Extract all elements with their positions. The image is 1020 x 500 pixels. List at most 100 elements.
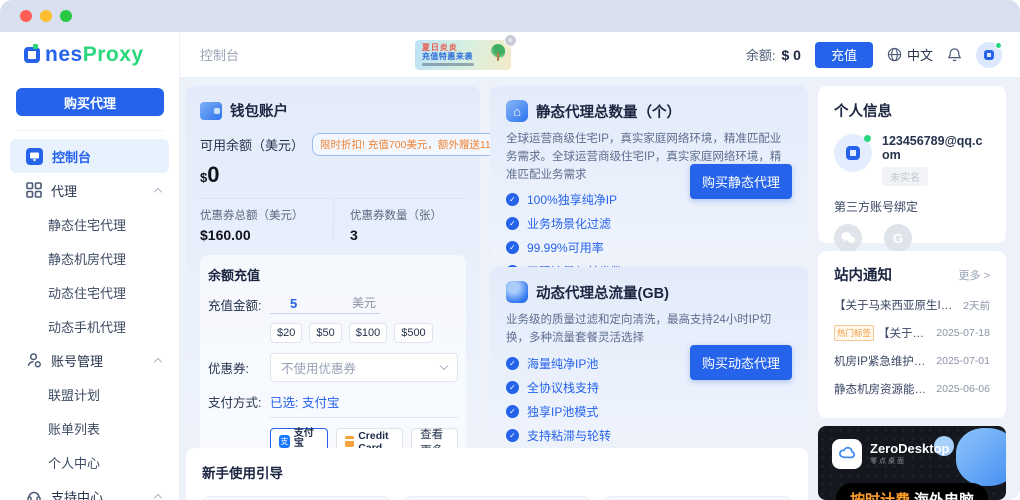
check-icon — [506, 357, 519, 370]
globe-icon — [887, 47, 902, 62]
guide-step-placeholder[interactable] — [603, 496, 792, 500]
feature-item: 99.99%可用率 — [506, 239, 792, 256]
notifications-card: 站内通知 更多 > 【关于马来西亚原生I… 2天前 热门标签 【关于美国纽约 -… — [818, 251, 1006, 418]
profile-avatar — [834, 134, 872, 172]
notification-row[interactable]: 机房IP紧急维护更换… 2025-07-01 — [834, 353, 990, 369]
amount-input-box: 美元 — [270, 294, 380, 314]
sidebar-item-dynamic-residential[interactable]: 动态住宅代理 — [10, 275, 169, 309]
breadcrumb: 控制台 — [200, 45, 239, 64]
sidebar-group-label: 账号管理 — [51, 351, 103, 370]
bell-icon — [947, 47, 962, 62]
sidebar-nav: 控制台 代理 静态住宅代理 静态机房代理 动态住宅代理 动态手机代理 账号管理 … — [0, 131, 179, 500]
quick-amount-500-button[interactable]: $500 — [394, 323, 432, 343]
zoom-window-icon[interactable] — [60, 10, 72, 22]
coupon-count-label: 优惠券数量（张） — [350, 207, 466, 223]
banner-close-icon[interactable] — [504, 34, 517, 47]
ad-slogan-text: 海外电脑 — [914, 492, 974, 500]
sidebar-group-account[interactable]: 账号管理 — [10, 343, 169, 377]
sidebar-item-static-residential[interactable]: 静态住宅代理 — [10, 207, 169, 241]
decorative-blob — [956, 428, 1006, 486]
check-icon — [506, 429, 519, 442]
coupon-select-value: 不使用优惠券 — [281, 358, 356, 377]
buy-static-proxy-button[interactable]: 购买静态代理 — [690, 164, 792, 199]
payment-method-label: 支付方式: — [208, 392, 270, 411]
sidebar-item-billing[interactable]: 账单列表 — [10, 411, 169, 445]
notification-row[interactable]: 热门标签 【关于美国纽约 - 50.… 2025-07-18 — [834, 325, 990, 341]
feature-item: 业务场景化过滤 — [506, 215, 792, 232]
zerodesktop-brand: ZeroDesktop — [870, 442, 949, 456]
sidebar-item-label: 动态手机代理 — [48, 317, 126, 336]
user-icon — [26, 352, 42, 368]
avatar[interactable] — [976, 42, 1002, 68]
notification-row[interactable]: 静态机房资源能力升… 2025-06-06 — [834, 381, 990, 397]
amount-input[interactable] — [290, 296, 320, 311]
promo-banner[interactable]: 夏日炎炎 充值特惠来袭 — [415, 40, 511, 70]
close-window-icon[interactable] — [20, 10, 32, 22]
coupon-total-label: 优惠券总额（美元） — [200, 207, 333, 223]
notifications-more-link[interactable]: 更多 > — [959, 267, 990, 283]
beginner-guide-card: 新手使用引导 — [186, 448, 808, 500]
quick-amount-100-button[interactable]: $100 — [349, 323, 387, 343]
notifications-button[interactable] — [947, 47, 962, 62]
online-status-dot — [995, 42, 1002, 49]
dashboard-icon — [26, 148, 43, 165]
wallet-card: 钱包账户 可用余额（美元） 限时折扣! 充值700美元，额外赠送110美元 !!… — [186, 86, 480, 438]
guide-step-placeholder[interactable] — [202, 496, 391, 500]
buy-proxy-button[interactable]: 购买代理 — [16, 88, 164, 116]
sidebar-item-personal-center[interactable]: 个人中心 — [10, 445, 169, 479]
available-balance-label: 可用余额（美元） — [200, 135, 304, 154]
coupon-select[interactable]: 不使用优惠券 — [270, 353, 458, 382]
static-proxy-title: 静态代理总数量（个） — [536, 101, 681, 122]
recharge-title: 余额充值 — [208, 265, 458, 284]
avatar-logo-icon — [846, 146, 860, 160]
sidebar: nesProxy 购买代理 控制台 代理 静态住宅代理 静态机房代理 动态住宅代… — [0, 32, 180, 500]
alipay-label: 支付宝 — [294, 429, 319, 449]
sidebar-item-dashboard[interactable]: 控制台 — [10, 139, 169, 173]
check-icon — [506, 381, 519, 394]
feature-item: 全协议栈支持 — [506, 379, 792, 396]
ad-slogan-pill: 按时计费海外电脑 — [836, 483, 988, 500]
sidebar-item-affiliate[interactable]: 联盟计划 — [10, 377, 169, 411]
buy-dynamic-proxy-button[interactable]: 购买动态代理 — [690, 345, 792, 380]
quick-amount-50-button[interactable]: $50 — [309, 323, 341, 343]
balance-value: $ 0 — [782, 47, 801, 63]
static-proxy-card: ⌂ 静态代理总数量（个） 全球运营商级住宅IP，真实家庭网络环境，精准匹配业务需… — [490, 86, 808, 257]
check-icon — [506, 405, 519, 418]
dynamic-proxy-title: 动态代理总流量(GB) — [536, 282, 669, 303]
app-window: nesProxy 购买代理 控制台 代理 静态住宅代理 静态机房代理 动态住宅代… — [0, 0, 1020, 500]
chevron-up-icon — [154, 187, 162, 195]
zerodesktop-ad-card[interactable]: ZeroDesktop 零点桌面 按时计费海外电脑 — [818, 426, 1006, 500]
wallet-title: 钱包账户 — [230, 100, 288, 121]
beginner-guide-title: 新手使用引导 — [202, 462, 792, 482]
notification-row[interactable]: 【关于马来西亚原生I… 2天前 — [834, 297, 990, 313]
dynamic-proxy-description: 业务级的质量过滤和定向清洗，最高支持24小时IP切换，多种流量套餐灵活选择 — [506, 312, 792, 348]
sidebar-group-label: 支持中心 — [51, 487, 103, 500]
alipay-icon: 支 — [279, 435, 290, 448]
ad-slogan-highlight: 按时计费 — [850, 492, 910, 500]
guide-step-placeholder[interactable] — [403, 496, 592, 500]
credit-card-icon — [345, 436, 354, 447]
unverified-badge: 未实名 — [882, 167, 928, 186]
profile-title: 个人信息 — [834, 100, 990, 121]
notifications-title: 站内通知 — [834, 264, 892, 285]
avatar-logo-icon — [984, 50, 994, 60]
headset-icon — [26, 488, 42, 500]
dynamic-proxy-card: 动态代理总流量(GB) 业务级的质量过滤和定向清洗，最高支持24小时IP切换，多… — [490, 267, 808, 438]
hot-tag-badge: 热门标签 — [834, 325, 874, 341]
zerodesktop-cloud-icon — [838, 445, 856, 463]
amount-label: 充值金额: — [208, 295, 270, 314]
coupon-select-label: 优惠券: — [208, 358, 270, 377]
sidebar-item-label: 动态住宅代理 — [48, 283, 126, 302]
profile-card: 个人信息 123456789@qq.com 未实名 第三方账号绑定 — [818, 86, 1006, 243]
topbar-recharge-button[interactable]: 充值 — [815, 42, 873, 68]
sidebar-group-proxy[interactable]: 代理 — [10, 173, 169, 207]
globe-sphere-icon — [506, 281, 528, 303]
sidebar-item-dynamic-mobile[interactable]: 动态手机代理 — [10, 309, 169, 343]
sidebar-item-static-datacenter[interactable]: 静态机房代理 — [10, 241, 169, 275]
sidebar-group-support[interactable]: 支持中心 — [10, 479, 169, 500]
language-switcher[interactable]: 中文 — [887, 45, 933, 64]
dashboard-main: 钱包账户 可用余额（美元） 限时折扣! 充值700美元，额外赠送110美元 !!… — [180, 78, 1020, 500]
minimize-window-icon[interactable] — [40, 10, 52, 22]
topbar: 控制台 夏日炎炎 充值特惠来袭 余额: $ 0 充值 中文 — [180, 32, 1020, 78]
quick-amount-20-button[interactable]: $20 — [270, 323, 302, 343]
